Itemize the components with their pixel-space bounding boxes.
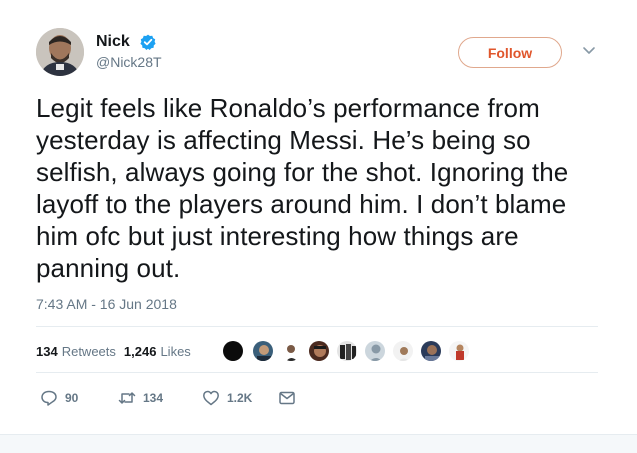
envelope-icon — [279, 391, 295, 405]
retweets-label: Retweets — [61, 343, 116, 359]
retweet-icon — [118, 392, 136, 404]
verified-badge-icon — [140, 34, 156, 50]
likes-stat[interactable]: 1,246 Likes — [124, 344, 191, 359]
liker-avatar[interactable] — [222, 340, 244, 362]
likes-label: Likes — [160, 343, 191, 359]
author-handle[interactable]: @Nick28T — [96, 54, 162, 70]
reply-icon — [41, 390, 57, 406]
author-name[interactable]: Nick — [96, 32, 130, 52]
liker-avatar[interactable] — [308, 340, 330, 362]
direct-message-button[interactable] — [278, 388, 296, 408]
divider — [36, 372, 598, 373]
follow-button[interactable]: Follow — [458, 37, 562, 68]
liker-avatar[interactable] — [364, 340, 386, 362]
like-button[interactable]: 1.2K — [202, 388, 252, 408]
tweet-text: Legit feels like Ronaldo’s performance f… — [36, 93, 569, 283]
avatar[interactable] — [36, 28, 84, 76]
liker-avatar[interactable] — [252, 340, 274, 362]
liker-avatar[interactable] — [280, 340, 302, 362]
tweet-card: Nick @Nick28T Follow Legit feels like Ro… — [0, 0, 637, 453]
heart-icon — [203, 390, 219, 406]
retweet-button[interactable]: 134 — [118, 388, 163, 408]
retweets-count: 134 — [36, 343, 58, 359]
reply-area-strip — [0, 434, 637, 453]
retweet-count: 134 — [143, 391, 164, 405]
reply-count: 90 — [65, 391, 79, 405]
likes-count: 1,246 — [123, 343, 157, 359]
tweet-stats: 134 Retweets 1,246 Likes — [36, 339, 191, 363]
liker-avatar[interactable] — [392, 340, 414, 362]
reply-button[interactable]: 90 — [40, 388, 78, 408]
liker-avatar[interactable] — [336, 340, 358, 362]
liker-avatar[interactable] — [448, 340, 470, 362]
chevron-down-icon[interactable] — [582, 46, 596, 56]
retweets-stat[interactable]: 134 Retweets — [36, 344, 116, 359]
like-count: 1.2K — [227, 391, 253, 405]
divider — [36, 326, 598, 327]
liker-avatar[interactable] — [420, 340, 442, 362]
tweet-timestamp[interactable]: 7:43 AM - 16 Jun 2018 — [36, 296, 177, 312]
